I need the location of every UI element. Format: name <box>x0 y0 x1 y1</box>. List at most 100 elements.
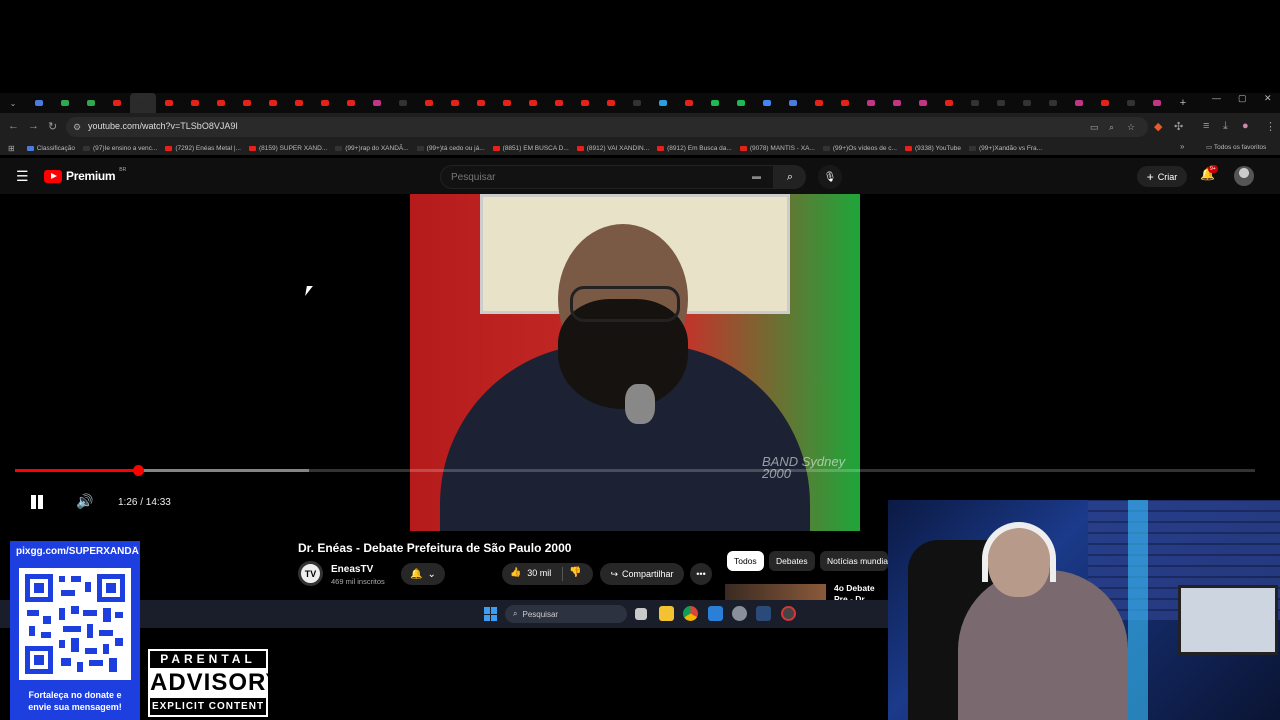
video-player[interactable]: BAND Sydney 2000 <box>410 194 860 531</box>
app-icon[interactable] <box>781 606 796 621</box>
zoom-icon[interactable]: ⌕ <box>1109 122 1114 133</box>
windows-start-icon[interactable] <box>484 607 498 621</box>
browser-tab[interactable] <box>754 93 780 113</box>
youtube-logo[interactable]: Premium BR <box>44 167 126 183</box>
browser-tab[interactable] <box>1066 93 1092 113</box>
channel-name[interactable]: EneasTV <box>331 564 373 575</box>
menu-icon[interactable]: ⋮ <box>1265 120 1276 133</box>
browser-tab[interactable] <box>208 93 234 113</box>
browser-tab[interactable] <box>104 93 130 113</box>
browser-tab[interactable] <box>650 93 676 113</box>
browser-tab[interactable] <box>364 93 390 113</box>
search-input[interactable]: Pesquisar ▬ <box>440 165 774 189</box>
reload-icon[interactable]: ↻ <box>48 120 57 133</box>
subscribed-bell-button[interactable]: 🔔 ⌄ <box>401 563 445 585</box>
browser-tab[interactable] <box>806 93 832 113</box>
site-info-icon[interactable]: ⚙ <box>73 122 81 133</box>
bookmark-item[interactable]: (8851) EM BUSCA D... <box>492 145 569 152</box>
address-bar[interactable]: ⚙ youtube.com/watch?v=TLSbO8VJA9I ▭ ⌕ ☆ <box>66 117 1148 137</box>
hamburger-menu-icon[interactable]: ☰ <box>16 168 29 185</box>
cast-icon[interactable]: ▭ <box>1090 122 1099 133</box>
back-icon[interactable]: ← <box>8 120 19 132</box>
browser-tab[interactable] <box>182 93 208 113</box>
notifications-button[interactable]: 🔔 9+ <box>1200 165 1218 181</box>
media-icon[interactable]: ≡ <box>1203 120 1209 132</box>
keyboard-icon[interactable]: ▬ <box>752 171 761 181</box>
browser-tab[interactable] <box>1144 93 1170 113</box>
bookmark-star-icon[interactable]: ☆ <box>1127 122 1135 133</box>
chip-world-news[interactable]: Notícias mundia <box>820 551 888 571</box>
forward-icon[interactable]: → <box>28 120 39 132</box>
maximize-icon[interactable]: ▢ <box>1238 93 1247 104</box>
bookmark-item[interactable]: (99+)rap do XANDÃ... <box>335 145 409 152</box>
dislike-button[interactable]: 👎 <box>569 567 581 578</box>
bookmark-item[interactable]: (8912) VAI XANDIN... <box>576 145 649 152</box>
browser-tab[interactable] <box>442 93 468 113</box>
browser-tab[interactable] <box>130 93 156 113</box>
recommended-title[interactable]: 4o Debate Pre - Dr. Enéas Ca <box>834 583 890 601</box>
bookmark-item[interactable]: (9338) YouTube <box>904 145 961 152</box>
scrubber-handle[interactable] <box>132 465 144 476</box>
browser-tab[interactable] <box>468 93 494 113</box>
minimize-icon[interactable]: — <box>1212 93 1221 103</box>
bookmark-item[interactable]: (8159) SUPER XAND... <box>248 145 327 152</box>
browser-tab[interactable] <box>520 93 546 113</box>
browser-tab[interactable] <box>52 93 78 113</box>
browser-tab[interactable] <box>338 93 364 113</box>
close-window-icon[interactable]: ✕ <box>1264 93 1272 104</box>
chip-debates[interactable]: Debates <box>769 551 815 571</box>
more-actions-button[interactable]: ••• <box>690 563 712 585</box>
recommended-thumbnail[interactable] <box>725 584 826 601</box>
browser-tab[interactable] <box>936 93 962 113</box>
search-button[interactable]: ⌕ <box>774 165 806 189</box>
bookmark-item[interactable]: (99+)tá cedo ou já... <box>416 145 485 152</box>
browser-tab[interactable] <box>312 93 338 113</box>
taskbar-search[interactable]: ⌕ Pesquisar <box>505 605 627 623</box>
browser-tab[interactable] <box>156 93 182 113</box>
browser-tab[interactable] <box>1092 93 1118 113</box>
browser-tab[interactable] <box>260 93 286 113</box>
extension-icon[interactable]: ◆ <box>1154 120 1162 133</box>
profile-icon[interactable]: ● <box>1242 120 1249 132</box>
chrome-icon[interactable] <box>683 606 698 621</box>
file-explorer-icon[interactable] <box>659 606 674 621</box>
browser-tab[interactable] <box>390 93 416 113</box>
bookmark-item[interactable]: (7292) Enéas Metal |... <box>165 145 241 152</box>
browser-tab[interactable] <box>286 93 312 113</box>
tab-list-button[interactable]: ⌄ <box>0 93 26 113</box>
browser-tab[interactable] <box>832 93 858 113</box>
browser-tab[interactable] <box>1118 93 1144 113</box>
browser-tab[interactable] <box>546 93 572 113</box>
apps-icon[interactable]: ⊞ <box>8 144 15 153</box>
browser-tab[interactable] <box>910 93 936 113</box>
bookmark-item[interactable]: (99+)Xandão vs Fra... <box>969 145 1042 152</box>
browser-tab[interactable] <box>676 93 702 113</box>
browser-tab[interactable] <box>962 93 988 113</box>
bookmark-item[interactable]: Classificação <box>26 145 75 152</box>
browser-tab[interactable] <box>494 93 520 113</box>
browser-tab[interactable] <box>78 93 104 113</box>
browser-tab[interactable] <box>728 93 754 113</box>
browser-tab[interactable] <box>988 93 1014 113</box>
volume-icon[interactable]: 🔊 <box>76 493 93 510</box>
browser-tab[interactable] <box>598 93 624 113</box>
steam-icon[interactable] <box>756 606 771 621</box>
user-avatar[interactable] <box>1234 166 1254 186</box>
url-text[interactable]: youtube.com/watch?v=TLSbO8VJA9I <box>88 121 238 131</box>
like-button[interactable]: 👍 30 mil <box>510 567 551 578</box>
chip-all[interactable]: Todos <box>727 551 764 571</box>
settings-icon[interactable] <box>732 606 747 621</box>
download-icon[interactable]: ⤓ <box>1223 120 1228 133</box>
all-favorites-folder[interactable]: ▭ Todos os favoritos <box>1206 143 1266 151</box>
browser-tab[interactable] <box>572 93 598 113</box>
share-button[interactable]: ↪ Compartilhar <box>600 563 684 585</box>
browser-tab[interactable] <box>780 93 806 113</box>
extensions-puzzle-icon[interactable]: ✣ <box>1174 120 1183 133</box>
channel-avatar[interactable]: TV <box>298 561 323 586</box>
task-view-icon[interactable] <box>635 608 647 620</box>
bookmark-item[interactable]: (9078) MANTIS - XA... <box>739 145 815 152</box>
bookmark-item[interactable]: (8912) Em Busca da... <box>657 145 732 152</box>
browser-tab[interactable] <box>26 93 52 113</box>
browser-tab[interactable] <box>1040 93 1066 113</box>
browser-tab[interactable] <box>234 93 260 113</box>
